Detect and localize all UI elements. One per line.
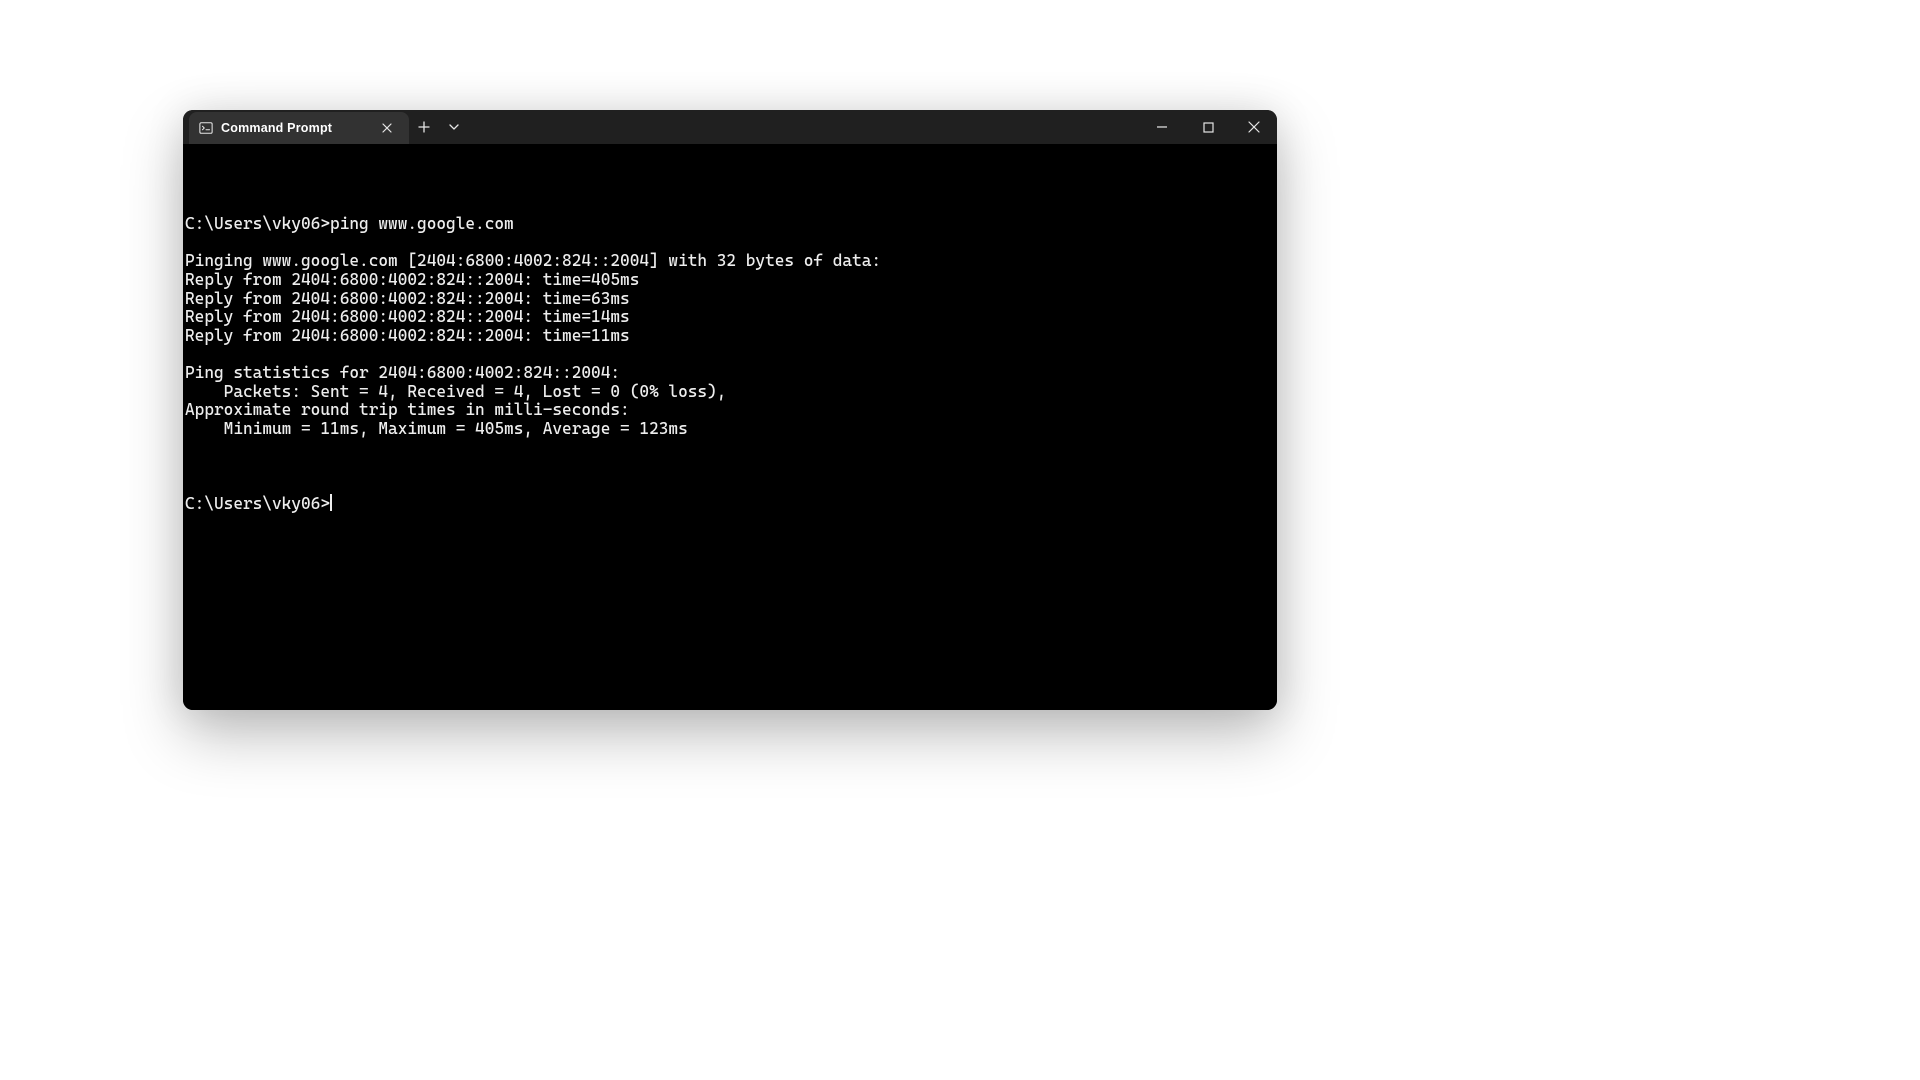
terminal-window: Command Prompt C:\Users\vky06>ping www.g…: [183, 110, 1277, 710]
terminal-prompt-line: C:\Users\vky06>: [183, 494, 1277, 514]
terminal-prompt: C:\Users\vky06>: [185, 494, 330, 513]
new-tab-button[interactable]: [409, 110, 439, 144]
terminal-line: [183, 438, 1277, 457]
terminal-line: Reply from 2404:6800:4002:824::2004: tim…: [183, 327, 1277, 346]
tab-actions: [409, 110, 469, 144]
cursor: [330, 494, 332, 511]
terminal-output[interactable]: C:\Users\vky06>ping www.google.com Pingi…: [183, 144, 1277, 710]
terminal-line: Reply from 2404:6800:4002:824::2004: tim…: [183, 308, 1277, 327]
terminal-line: Minimum = 11ms, Maximum = 405ms, Average…: [183, 420, 1277, 439]
titlebar-drag-region[interactable]: [469, 110, 1139, 144]
titlebar[interactable]: Command Prompt: [183, 110, 1277, 144]
tab-title: Command Prompt: [221, 121, 375, 135]
tab-close-button[interactable]: [375, 116, 399, 140]
terminal-line: [183, 345, 1277, 364]
terminal-line: Pinging www.google.com [2404:6800:4002:8…: [183, 252, 1277, 271]
tab-command-prompt[interactable]: Command Prompt: [189, 112, 409, 144]
tab-dropdown-button[interactable]: [439, 110, 469, 144]
terminal-line: Approximate round trip times in milli-se…: [183, 401, 1277, 420]
close-button[interactable]: [1231, 110, 1277, 144]
terminal-line: C:\Users\vky06>ping www.google.com: [183, 215, 1277, 234]
maximize-button[interactable]: [1185, 110, 1231, 144]
terminal-line: Reply from 2404:6800:4002:824::2004: tim…: [183, 290, 1277, 309]
terminal-icon: [199, 121, 213, 135]
minimize-button[interactable]: [1139, 110, 1185, 144]
terminal-line: Packets: Sent = 4, Received = 4, Lost = …: [183, 383, 1277, 402]
terminal-line: [183, 234, 1277, 253]
terminal-line: Reply from 2404:6800:4002:824::2004: tim…: [183, 271, 1277, 290]
terminal-line: Ping statistics for 2404:6800:4002:824::…: [183, 364, 1277, 383]
